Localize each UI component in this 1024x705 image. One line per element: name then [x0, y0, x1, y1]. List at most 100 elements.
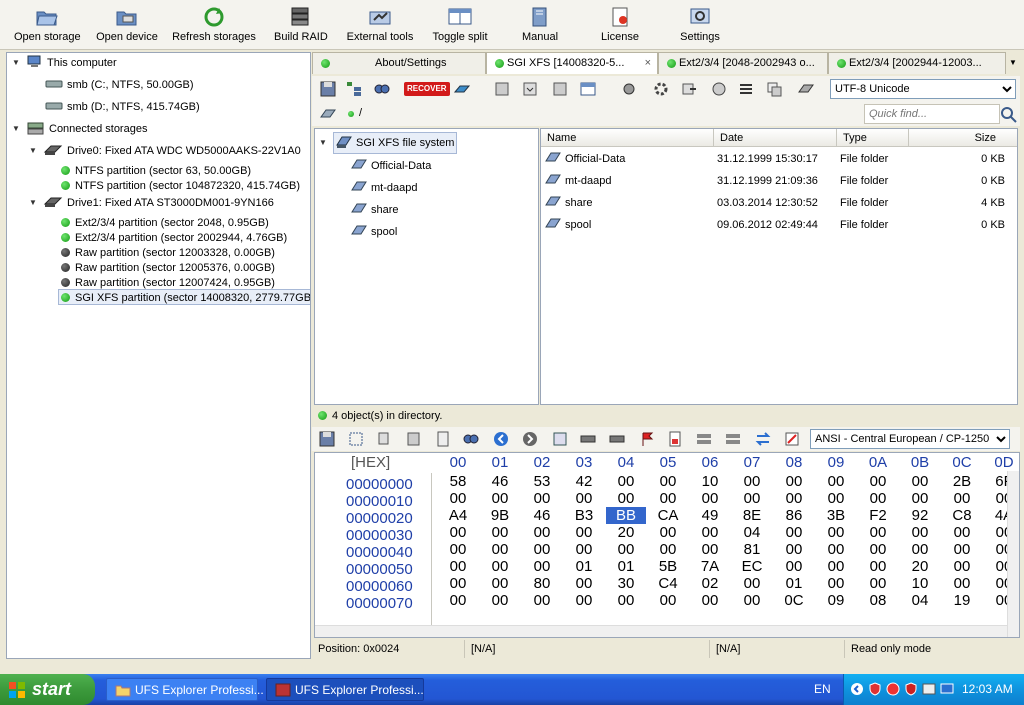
hex-byte[interactable]: 00 — [438, 592, 478, 609]
folder-tree-item[interactable]: spool — [351, 221, 397, 243]
hex-byte[interactable]: 09 — [816, 592, 856, 609]
codepage-select[interactable]: ANSI - Central European / CP-1250 — [810, 429, 1010, 449]
hex-byte[interactable]: 00 — [438, 524, 478, 541]
window-icon[interactable] — [579, 80, 597, 98]
hex-byte[interactable]: 00 — [858, 473, 898, 490]
hex-byte[interactable]: 00 — [774, 524, 814, 541]
column-header-size[interactable]: Size — [909, 129, 1017, 147]
hex-byte[interactable]: 19 — [942, 592, 982, 609]
hex-byte[interactable]: 42 — [564, 473, 604, 490]
hex-byte[interactable]: 00 — [816, 473, 856, 490]
back-arrow-icon[interactable] — [492, 430, 510, 448]
tree-item-this-computer[interactable]: This computer — [27, 55, 117, 71]
folder-tree-item[interactable]: share — [351, 199, 399, 221]
start-button[interactable]: start — [0, 674, 95, 705]
hex-byte[interactable]: 00 — [732, 473, 772, 490]
monitor-icon[interactable] — [940, 682, 954, 696]
swap-icon[interactable] — [754, 430, 772, 448]
column-header-name[interactable]: Name — [541, 129, 714, 147]
hex-byte[interactable]: 00 — [648, 490, 688, 507]
hex-byte[interactable]: 00 — [648, 592, 688, 609]
select-icon[interactable] — [347, 430, 365, 448]
hex-byte[interactable]: 00 — [648, 524, 688, 541]
hex-byte[interactable]: CA — [648, 507, 688, 524]
tree-item-smb-c[interactable]: smb (C:, NTFS, 50.00GB) — [45, 77, 194, 93]
hex-byte[interactable]: 92 — [900, 507, 940, 524]
expand-arrow-icon[interactable]: ▼ — [29, 195, 38, 211]
folder-tree-item[interactable]: mt-daapd — [351, 177, 417, 199]
hex-byte[interactable]: 00 — [858, 490, 898, 507]
taskbar-item[interactable]: UFS Explorer Professi... — [106, 678, 264, 701]
hex-byte[interactable]: 00 — [438, 541, 478, 558]
search-icon[interactable] — [373, 80, 391, 98]
hex-byte[interactable]: 00 — [816, 575, 856, 592]
hex-byte[interactable]: 2B — [942, 473, 982, 490]
tree-item-partition[interactable]: NTFS partition (sector 63, 50.00GB) — [61, 163, 251, 179]
hex-byte[interactable]: 86 — [774, 507, 814, 524]
hex-byte[interactable]: 00 — [774, 541, 814, 558]
hex-byte[interactable]: 00 — [564, 575, 604, 592]
recover-button[interactable]: RECOVER — [404, 82, 450, 96]
open-storage-button[interactable]: Open storage — [14, 6, 81, 48]
bookmark-icon[interactable] — [666, 430, 684, 448]
hex-byte[interactable]: 00 — [606, 541, 646, 558]
chevron-left-icon[interactable] — [850, 682, 864, 696]
tree-item-connected-storages[interactable]: Connected storages — [27, 121, 147, 137]
toggle-split-button[interactable]: Toggle split — [432, 6, 488, 48]
tree-view-icon[interactable] — [345, 80, 363, 98]
hex-byte[interactable]: 53 — [522, 473, 562, 490]
hex-byte[interactable]: 01 — [774, 575, 814, 592]
disk-icon[interactable] — [797, 80, 815, 98]
document-icon[interactable] — [434, 430, 452, 448]
compare-icon[interactable] — [724, 430, 742, 448]
hex-byte[interactable]: 00 — [564, 592, 604, 609]
hex-byte[interactable]: 00 — [858, 524, 898, 541]
expand-arrow-icon[interactable]: ▼ — [12, 55, 21, 71]
tree-item-partition[interactable]: Ext2/3/4 partition (sector 2002944, 4.76… — [61, 230, 287, 246]
copy-icon[interactable] — [376, 430, 394, 448]
search-icon[interactable] — [462, 430, 480, 448]
copy-icon[interactable] — [765, 80, 783, 98]
hex-byte[interactable]: 81 — [732, 541, 772, 558]
license-button[interactable]: License — [600, 6, 640, 48]
hex-byte[interactable]: 00 — [774, 558, 814, 575]
hex-byte[interactable]: C4 — [648, 575, 688, 592]
forward-arrow-icon[interactable] — [521, 430, 539, 448]
table-row[interactable]: Official-Data 31.12.1999 15:30:17 File f… — [541, 148, 1017, 170]
tab-about-settings[interactable]: About/Settings — [312, 52, 486, 74]
encoding-select[interactable]: UTF-8 Unicode — [830, 79, 1016, 99]
hex-byte[interactable]: 00 — [774, 473, 814, 490]
file-action-icon[interactable] — [493, 80, 511, 98]
tree-item-smb-d[interactable]: smb (D:, NTFS, 415.74GB) — [45, 99, 200, 115]
hex-byte[interactable]: F2 — [858, 507, 898, 524]
hex-byte[interactable]: 58 — [438, 473, 478, 490]
hex-byte[interactable]: 00 — [900, 490, 940, 507]
hex-byte[interactable]: 00 — [480, 575, 520, 592]
hex-byte[interactable]: 00 — [606, 592, 646, 609]
hex-byte[interactable]: 00 — [942, 558, 982, 575]
hex-byte[interactable]: 00 — [690, 524, 730, 541]
settings-button[interactable]: Settings — [678, 6, 722, 48]
hex-byte[interactable]: 9B — [480, 507, 520, 524]
network-icon[interactable] — [710, 80, 728, 98]
hex-byte[interactable]: 00 — [690, 490, 730, 507]
expand-arrow-icon[interactable]: ▼ — [29, 143, 38, 159]
column-header-date[interactable]: Date — [714, 129, 837, 147]
hex-byte[interactable]: 7A — [690, 558, 730, 575]
scan-icon[interactable] — [453, 80, 471, 98]
flag-icon[interactable] — [638, 430, 656, 448]
hex-byte[interactable]: 00 — [690, 592, 730, 609]
hex-byte[interactable]: 00 — [480, 558, 520, 575]
search-icon[interactable] — [1000, 106, 1018, 124]
save-icon[interactable] — [319, 80, 337, 98]
tab-ext-2048[interactable]: Ext2/3/4 [2048-2002943 o... — [658, 52, 828, 74]
refresh-storages-button[interactable]: Refresh storages — [172, 6, 256, 48]
column-header-type[interactable]: Type — [837, 129, 909, 147]
hex-byte[interactable]: 00 — [858, 575, 898, 592]
tree-item-partition[interactable]: Ext2/3/4 partition (sector 2048, 0.95GB) — [61, 215, 269, 231]
hex-byte[interactable]: 00 — [480, 541, 520, 558]
security-shield-icon[interactable] — [868, 682, 882, 696]
external-tools-button[interactable]: External tools — [346, 6, 414, 48]
quick-find-input[interactable] — [864, 104, 1000, 124]
hex-byte[interactable]: 00 — [564, 524, 604, 541]
